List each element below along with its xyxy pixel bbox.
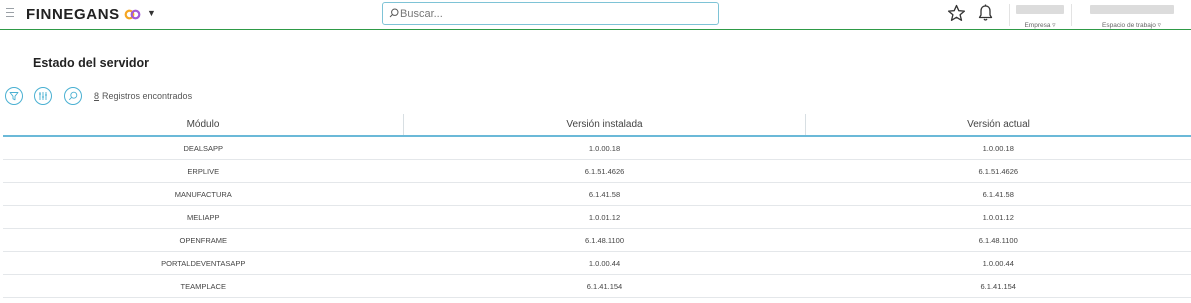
- search-box[interactable]: [382, 2, 719, 25]
- page-title: Estado del servidor: [33, 56, 150, 70]
- cell-installed-version: 6.1.51.4626: [403, 159, 806, 183]
- search-records-button[interactable]: [64, 87, 82, 105]
- cell-installed-version: 1.0.00.18: [403, 136, 806, 160]
- brand-name[interactable]: FINNEGANS: [26, 6, 120, 23]
- column-header-modulo[interactable]: Módulo: [3, 114, 404, 137]
- search-input[interactable]: [400, 5, 700, 22]
- workspace-value-redacted: [1089, 5, 1174, 14]
- table-row[interactable]: TEAMPLACE 6.1.41.154 6.1.41.154: [3, 274, 1191, 298]
- record-count: 8 Registros encontrados: [94, 91, 192, 101]
- cell-module: MELIAPP: [3, 205, 404, 229]
- column-header-version-actual[interactable]: Versión actual: [805, 114, 1191, 137]
- table-row[interactable]: DEALSAPP 1.0.00.18 1.0.00.18: [3, 136, 1191, 160]
- server-status-table: Módulo Versión instalada Versión actual …: [3, 114, 1191, 298]
- table-row[interactable]: ERPLIVE 6.1.51.4626 6.1.51.4626: [3, 159, 1191, 183]
- empresa-label: Empresa ▿: [1024, 22, 1056, 29]
- menu-icon[interactable]: [6, 8, 14, 18]
- cell-current-version: 6.1.41.154: [805, 274, 1191, 298]
- favorites-star-icon[interactable]: [947, 4, 966, 22]
- cell-installed-version: 6.1.41.58: [403, 182, 806, 206]
- cell-installed-version: 6.1.41.154: [403, 274, 806, 298]
- table-row[interactable]: PORTALDEVENTASAPP 1.0.00.44 1.0.00.44: [3, 251, 1191, 275]
- table-row[interactable]: OPENFRAME 6.1.48.1100 6.1.48.1100: [3, 228, 1191, 252]
- cell-current-version: 1.0.00.18: [805, 136, 1191, 160]
- cell-module: DEALSAPP: [3, 136, 404, 160]
- workspace-selector[interactable]: Espacio de trabajo ▿: [1072, 2, 1191, 29]
- filter-icon: [9, 92, 19, 101]
- cell-current-version: 1.0.00.44: [805, 251, 1191, 275]
- cell-current-version: 6.1.41.58: [805, 182, 1191, 206]
- record-count-number: 8: [94, 91, 100, 101]
- record-count-label: Registros encontrados: [102, 91, 193, 101]
- search-icon: [389, 8, 399, 18]
- table-row[interactable]: MELIAPP 1.0.01.12 1.0.01.12: [3, 205, 1191, 229]
- notifications-bell-icon[interactable]: [977, 4, 994, 22]
- table-header-row: Módulo Versión instalada Versión actual: [3, 114, 1191, 137]
- cell-module: MANUFACTURA: [3, 182, 404, 206]
- cell-installed-version: 1.0.00.44: [403, 251, 806, 275]
- brand-logo-icon: [124, 9, 141, 20]
- cell-installed-version: 1.0.01.12: [403, 205, 806, 229]
- cell-module: OPENFRAME: [3, 228, 404, 252]
- column-header-version-instalada[interactable]: Versión instalada: [403, 114, 806, 137]
- cell-current-version: 6.1.48.1100: [805, 228, 1191, 252]
- workspace-label: Espacio de trabajo ▿: [1102, 22, 1161, 29]
- chevron-down-icon[interactable]: ▼: [147, 8, 156, 18]
- cell-module: ERPLIVE: [3, 159, 404, 183]
- cell-module: PORTALDEVENTASAPP: [3, 251, 404, 275]
- columns-button[interactable]: [34, 87, 52, 105]
- filter-button[interactable]: [5, 87, 23, 105]
- cell-current-version: 1.0.01.12: [805, 205, 1191, 229]
- top-bar: FINNEGANS ▼ Empresa ▿ Espacio de trabajo…: [0, 0, 1191, 30]
- empresa-selector[interactable]: Empresa ▿: [1010, 2, 1070, 29]
- columns-settings-icon: [39, 92, 47, 100]
- cell-module: TEAMPLACE: [3, 274, 404, 298]
- table-row[interactable]: MANUFACTURA 6.1.41.58 6.1.41.58: [3, 182, 1191, 206]
- search-icon: [68, 91, 78, 101]
- empresa-value-redacted: [1016, 5, 1064, 14]
- cell-current-version: 6.1.51.4626: [805, 159, 1191, 183]
- cell-installed-version: 6.1.48.1100: [403, 228, 806, 252]
